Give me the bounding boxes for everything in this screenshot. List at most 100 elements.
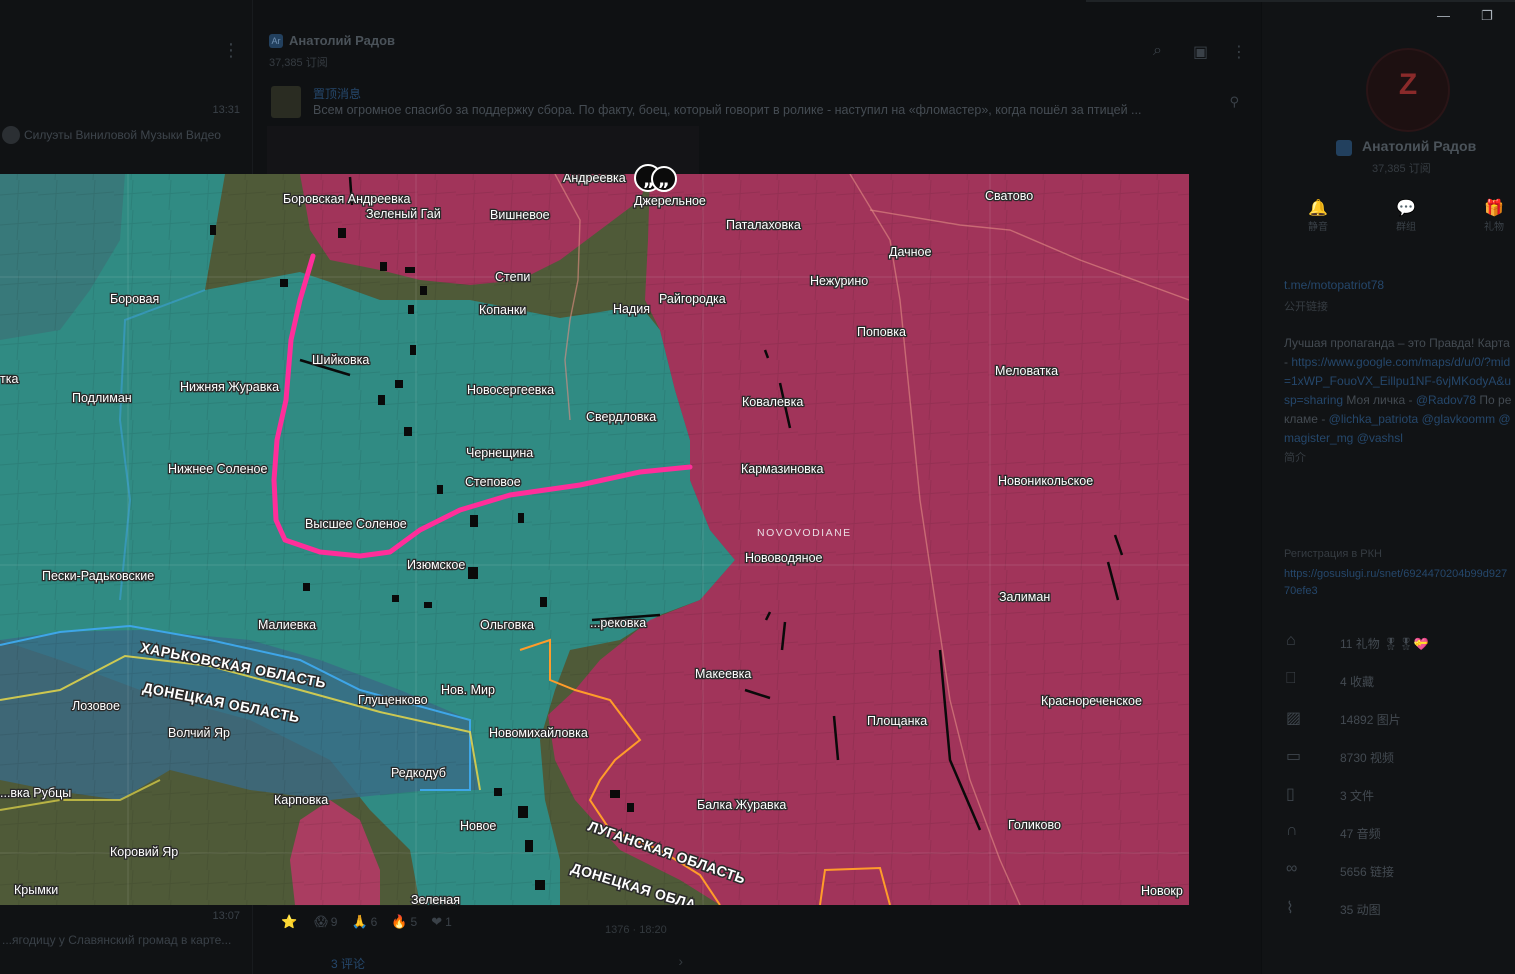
contact-link[interactable]: @Radov78 <box>1416 393 1476 407</box>
headphones-icon: ∩ <box>1286 822 1298 839</box>
photo-icon: ▨ <box>1286 710 1302 727</box>
stat-photos[interactable]: ▨ 14892 图片 <box>1284 708 1504 732</box>
discussion-button[interactable]: 💬 群组 <box>1386 198 1426 233</box>
avatar[interactable]: Z <box>1366 48 1450 132</box>
map-label: Нововодяное <box>745 551 823 565</box>
video-icon: ▭ <box>1286 748 1302 765</box>
map-label: Залиман <box>999 590 1050 604</box>
quote-marker-icon[interactable]: „ „ <box>634 164 678 192</box>
profile-sidebar: Z Анатолий Радов 37,385 订阅 🔔 静音 💬 群组 🎁 礼… <box>1262 0 1515 974</box>
chat-preview: ...ягодицу у Славянский громад в карте..… <box>2 933 232 947</box>
map-label: Коровий Яр <box>110 845 178 859</box>
map-label: Новокр <box>1141 884 1183 898</box>
pinned-message-bar[interactable]: 置顶消息 Всем огромное спасибо за поддержку … <box>267 84 1247 120</box>
map-label: Надия <box>613 302 650 316</box>
channel-logo-icon: Ar <box>269 34 283 48</box>
channel-name: Анатолий Радов <box>289 33 396 48</box>
gif-icon: ⌇ <box>1286 900 1294 917</box>
svg-text:„: „ <box>643 170 655 191</box>
map-label: Редкодуб <box>391 766 446 780</box>
map-label: Глущенково <box>358 693 428 707</box>
chat-time: 13:31 <box>212 104 240 116</box>
map-label: Дачное <box>889 245 932 259</box>
sidebar-toggle-icon[interactable]: ▣ <box>1193 42 1208 62</box>
more-menu-icon[interactable]: ⋮ <box>1231 42 1247 62</box>
map-label: Поповка <box>857 325 906 339</box>
map-label: Райгородка <box>659 292 726 306</box>
stat-gifts[interactable]: ⌂ 11 礼物 🎖🎖💝 <box>1284 632 1504 656</box>
mute-button[interactable]: 🔔 静音 <box>1298 198 1338 233</box>
message-views: 1376 · 18:20 <box>605 924 667 936</box>
chat-time: 13:07 <box>212 910 240 922</box>
public-link-label: 公开链接 <box>1284 301 1328 313</box>
pin-list-icon[interactable]: ⚲ <box>1229 94 1239 110</box>
map-label: Голиково <box>1008 818 1061 832</box>
stat-saved[interactable]: ⎕ 4 收藏 <box>1284 670 1504 694</box>
more-menu-icon[interactable]: ⋮ <box>222 40 240 61</box>
map-label: Шийковка <box>312 353 369 367</box>
comments-button[interactable]: 3 评论 › <box>281 950 691 974</box>
map-label: Нижняя Журавка <box>180 380 279 394</box>
map-image-viewer[interactable]: Боровская Андреевка Зеленый Гай Вишневое… <box>0 174 1189 905</box>
channel-subscribers: 37,385 订阅 <box>269 57 328 69</box>
stat-audio[interactable]: ∩ 47 音频 <box>1284 822 1504 846</box>
reaction[interactable]: ❤ 1 <box>431 914 452 930</box>
chat-list-item[interactable]: 13:07 ...ягодицу у Славянский громад в к… <box>0 910 252 952</box>
public-link[interactable]: t.me/motopatriot78 <box>1284 278 1384 292</box>
map-label: Сватово <box>985 189 1033 203</box>
stat-files[interactable]: ▯ 3 文件 <box>1284 784 1504 808</box>
map-label: Волчий Яр <box>168 726 230 740</box>
comments-label: 3 评论 <box>331 957 366 971</box>
map-label: Меловатка <box>995 364 1058 378</box>
stat-videos[interactable]: ▭ 8730 视频 <box>1284 746 1504 770</box>
restore-icon[interactable]: ❐ <box>1481 8 1493 24</box>
reaction[interactable]: 🔥 5 <box>391 914 417 930</box>
gift-icon: 🎁 <box>1484 200 1504 217</box>
pinned-thumbnail <box>271 86 301 118</box>
reaction[interactable]: 🙏 6 <box>351 914 377 930</box>
map-label: Новоникольское <box>998 474 1093 488</box>
stat-links[interactable]: ∞ 5656 链接 <box>1284 860 1504 884</box>
map-label: Новое <box>460 819 496 833</box>
search-icon[interactable]: ⌕ <box>1153 42 1162 60</box>
gift-button[interactable]: 🎁 礼物 <box>1474 198 1514 233</box>
map-label: Нов. Мир <box>441 683 495 697</box>
map-label: Кармазиновка <box>741 462 824 476</box>
bell-icon: 🔔 <box>1308 200 1328 217</box>
map-label: Джерельное <box>634 194 706 208</box>
reaction[interactable]: ⭐ <box>281 914 300 930</box>
map-label: Степовое <box>465 475 521 489</box>
map-label: ...рековка <box>590 616 646 630</box>
chat-list-item[interactable]: Силуэты Виниловой Музыки Видео <box>0 124 252 146</box>
map-label: Макеевка <box>695 667 751 681</box>
map-label: Подлиман <box>72 391 132 405</box>
map-label: Высшее Соленое <box>305 517 407 531</box>
pinned-title: 置顶消息 <box>313 87 362 101</box>
stat-gifs[interactable]: ⌇ 35 动图 <box>1284 898 1504 922</box>
registration-link[interactable]: https://gosuslugi.ru/snet/6924470204b99d… <box>1284 566 1512 600</box>
chat-icon: 💬 <box>1396 200 1416 217</box>
map-label: тка <box>0 372 18 386</box>
reaction[interactable]: 😱 9 <box>314 914 337 930</box>
minimize-icon[interactable]: — <box>1437 8 1450 23</box>
link-icon: ∞ <box>1286 860 1298 877</box>
channel-description: Лучшая пропаганда – это Правда! Карта - … <box>1284 336 1512 464</box>
map-canvas: Боровская Андреевка Зеленый Гай Вишневое… <box>0 174 1189 905</box>
map-label: Площанка <box>867 714 927 728</box>
map-label: Пески-Радьковские <box>42 569 154 583</box>
map-label: Чернещина <box>466 446 533 460</box>
map-label: Свердловка <box>586 410 656 424</box>
registration-title: Регистрация в РКН <box>1284 548 1382 560</box>
map-label: Боровая <box>110 292 159 306</box>
window-titlebar <box>1086 0 1515 2</box>
map-label: Ольговка <box>480 618 534 632</box>
avatar-letter: Z <box>1398 68 1418 101</box>
map-label: Степи <box>495 270 530 284</box>
profile-subscribers: 37,385 订阅 <box>1372 163 1431 175</box>
map-label: Ковалевка <box>742 395 803 409</box>
profile-name: Анатолий Радов <box>1362 138 1477 154</box>
field-texture <box>0 174 1189 905</box>
map-label: Изюмское <box>407 558 465 572</box>
map-label: Андреевка <box>563 174 626 185</box>
map-label: Новомихайловка <box>489 726 588 740</box>
